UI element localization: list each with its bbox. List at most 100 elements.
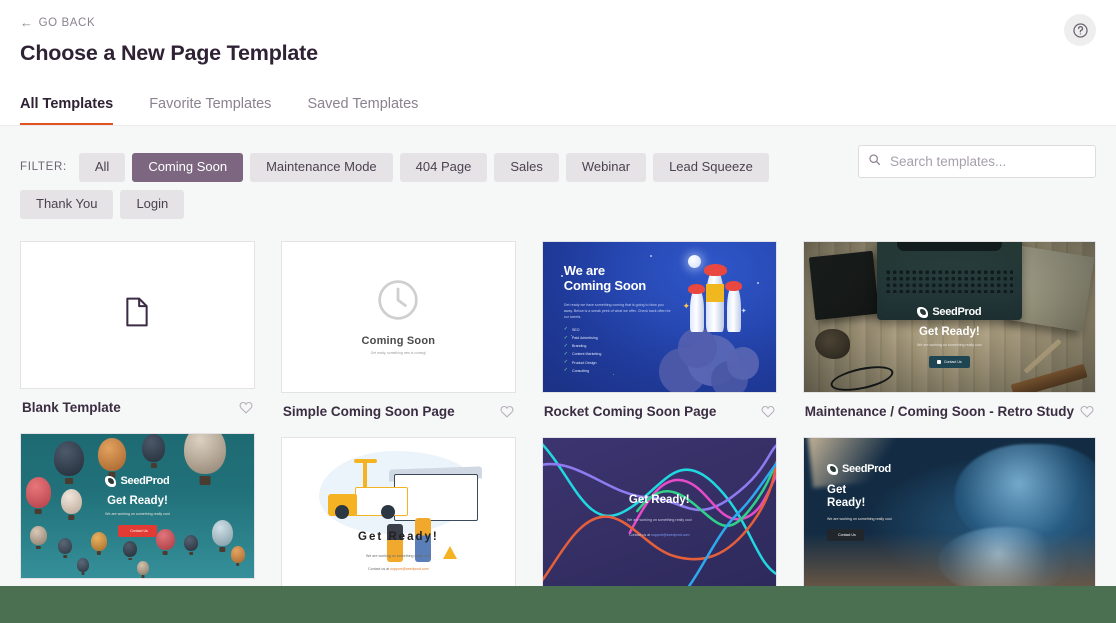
heart-outline-icon[interactable] [500,405,514,418]
page-document-icon [124,297,150,332]
preview-subtext: Get ready, something new is coming! [371,351,427,355]
check-icon: ✓ [564,336,568,341]
template-thumbnail[interactable]: Get Ready! We are working on something r… [542,437,777,587]
back-arrow-icon: ← [20,16,34,29]
filter-chip-lead-squeeze[interactable]: Lead Squeeze [653,153,769,182]
filter-chip-coming-soon[interactable]: Coming Soon [132,153,243,182]
envelope-icon [937,360,941,364]
rocket-template-preview: ✦ ✦ ✦ [543,242,776,392]
template-thumbnail[interactable]: ✦ ✦ ✦ [542,241,777,393]
preview-paragraph: We are working on something really cool [282,554,515,558]
wave-lines-graphic [543,438,776,586]
tab-all-templates[interactable]: All Templates [20,96,113,126]
clouds-template-preview: SeedProd Get Ready! We are working on so… [804,438,1095,586]
waves-template-preview: Get Ready! We are working on something r… [543,438,776,586]
heart-outline-icon[interactable] [239,401,253,414]
preview-heading: Coming Soon [362,335,436,347]
checklist-item: SEO [572,328,580,332]
filter-chip-maintenance-mode[interactable]: Maintenance Mode [250,153,393,182]
checklist-item: Product Design [572,361,597,365]
header-divider [0,125,1116,126]
filter-chip-login[interactable]: Login [120,190,184,219]
template-card-waves[interactable]: Get Ready! We are working on something r… [542,437,777,598]
template-title: Simple Coming Soon Page [283,404,455,420]
preview-heading: Get Ready! [107,495,168,507]
delivery-truck-icon [328,487,407,520]
template-thumbnail[interactable]: Get Ready! We are working on something r… [281,437,516,587]
template-chooser-page: ← GO BACK Choose a New Page Template All… [0,0,1116,623]
contact-link: support@seedprod.com [390,567,428,571]
template-card-blank[interactable]: Blank Template [20,241,255,416]
filter-label: FILTER: [20,161,67,173]
seedprod-logo: SeedProd [827,463,892,475]
page-header: ← GO BACK Choose a New Page Template All… [0,0,1116,126]
seedprod-mark-icon [105,476,116,487]
template-thumbnail[interactable] [20,241,255,389]
filter-chip-404-page[interactable]: 404 Page [400,153,488,182]
retro-overlay-content: SeedProd Get Ready! We are working on so… [804,242,1095,392]
preview-heading: Get Ready! [919,326,980,338]
template-card-clouds[interactable]: SeedProd Get Ready! We are working on so… [803,437,1096,598]
search-input[interactable] [858,145,1096,178]
template-card-retro-study[interactable]: SeedProd Get Ready! We are working on so… [803,241,1096,420]
seedprod-logo: SeedProd [917,306,981,318]
heart-outline-icon[interactable] [761,405,775,418]
template-column-4: SeedProd Get Ready! We are working on so… [803,241,1096,615]
preview-heading-line1: Get [827,484,892,497]
preview-cta-button: Contact Us [929,356,970,368]
go-back-label: GO BACK [39,17,96,29]
question-mark-circle-icon [1072,22,1089,39]
template-column-3: ✦ ✦ ✦ [542,241,777,615]
simple-coming-soon-preview: Coming Soon Get ready, something new is … [282,242,515,392]
seedprod-logo: SeedProd [105,475,169,487]
tab-saved-templates[interactable]: Saved Templates [307,96,418,126]
template-thumbnail[interactable]: SeedProd Get Ready! We are working on so… [803,241,1096,393]
seedprod-mark-icon [917,307,928,318]
rocket-icon [727,284,741,332]
go-back-link[interactable]: ← GO BACK [20,16,95,29]
checklist-item: Paid Advertising [572,336,598,340]
preview-contact: Contact us at support@seedprod.com [543,533,776,537]
preview-heading: Get Ready! [543,494,776,506]
filter-chip-all[interactable]: All [79,153,125,182]
template-card-footer: Maintenance / Coming Soon - Retro Study [803,393,1096,420]
seedprod-mark-icon [827,464,838,475]
heart-outline-icon[interactable] [1080,405,1094,418]
check-icon: ✓ [564,344,568,349]
preview-heading-line2: Coming Soon [564,278,671,293]
blank-template-preview [21,242,254,388]
filter-chip-sales[interactable]: Sales [494,153,559,182]
template-thumbnail[interactable]: SeedProd Get Ready! We are working on so… [803,437,1096,587]
filter-chip-thank-you[interactable]: Thank You [20,190,113,219]
search-box [858,145,1096,178]
tab-bar: All Templates Favorite Templates Saved T… [20,96,454,126]
template-card-truck[interactable]: Get Ready! We are working on something r… [281,437,516,598]
template-card-rocket[interactable]: ✦ ✦ ✦ [542,241,777,420]
preview-cta-button: Contact Us [827,529,864,541]
template-title: Maintenance / Coming Soon - Retro Study [805,404,1074,420]
preview-paragraph: We are working on something really cool [543,518,776,522]
preview-paragraph: We are working on something really cool [917,343,982,347]
template-card-footer: Rocket Coming Soon Page [542,393,777,420]
template-card-balloons[interactable]: SeedProd Get Ready! We are working on so… [20,433,255,590]
tab-favorite-templates[interactable]: Favorite Templates [149,96,271,126]
filter-bar: FILTER: All Coming Soon Maintenance Mode… [0,126,1116,219]
cta-label: Contact Us [130,529,148,533]
cta-label: Contact Us [944,360,962,364]
template-thumbnail[interactable]: SeedProd Get Ready! We are working on so… [20,433,255,579]
cta-label: Contact Us [838,533,856,537]
template-title: Rocket Coming Soon Page [544,404,717,420]
template-column-1: Blank Template [20,241,255,615]
template-grid: Blank Template [0,241,1116,615]
template-card-simple-coming-soon[interactable]: Coming Soon Get ready, something new is … [281,241,516,420]
clouds-overlay-content: SeedProd Get Ready! We are working on so… [827,463,892,540]
filter-chip-webinar[interactable]: Webinar [566,153,646,182]
help-button[interactable] [1064,14,1096,46]
preview-cta-button: Contact Us [118,525,157,537]
preview-paragraph: We are working on something really cool [827,517,892,521]
template-thumbnail[interactable]: Coming Soon Get ready, something new is … [281,241,516,393]
feature-checklist: ✓SEO ✓Paid Advertising ✓Branding ✓Conten… [564,327,671,373]
moon-icon [688,255,701,268]
preview-heading-line1: We are [564,263,671,278]
page-title: Choose a New Page Template [20,41,1096,66]
